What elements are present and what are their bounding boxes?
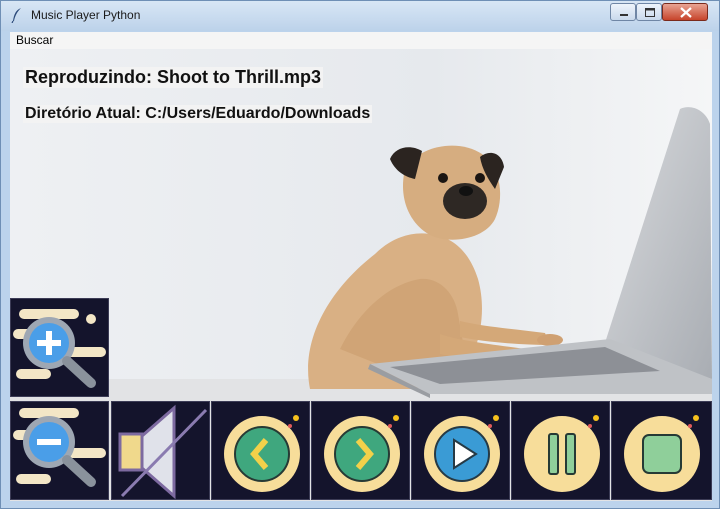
- next-button[interactable]: [311, 401, 410, 500]
- mute-button[interactable]: [111, 401, 210, 500]
- stop-button[interactable]: [611, 401, 712, 500]
- title-bar[interactable]: Music Player Python: [1, 1, 719, 31]
- maximize-icon: [645, 8, 655, 17]
- zoom-out-button[interactable]: [10, 401, 109, 500]
- previous-icon: [224, 415, 300, 492]
- close-button[interactable]: [662, 3, 708, 21]
- zoom-in-icon: [13, 309, 106, 388]
- menu-bar: Buscar: [10, 32, 712, 50]
- close-icon: [680, 7, 692, 18]
- play-button[interactable]: [411, 401, 510, 500]
- stop-icon: [624, 415, 700, 492]
- play-icon: [424, 415, 500, 492]
- maximize-button[interactable]: [636, 3, 662, 21]
- mute-icon: [118, 404, 208, 500]
- feather-icon: [11, 8, 21, 23]
- pause-button[interactable]: [511, 401, 610, 500]
- current-directory-label: Diretório Atual: C:/Users/Eduardo/Downlo…: [23, 105, 373, 123]
- previous-button[interactable]: [211, 401, 310, 500]
- app-window: Music Player Python Buscar Reproduzindo:…: [0, 0, 720, 509]
- now-playing-label: Reproduzindo: Shoot to Thrill.mp3: [23, 67, 323, 88]
- menu-buscar[interactable]: Buscar: [16, 33, 53, 47]
- zoom-in-button[interactable]: [10, 298, 109, 397]
- minimize-icon: [620, 14, 628, 16]
- next-icon: [324, 415, 400, 492]
- pause-icon: [524, 415, 600, 492]
- minimize-button[interactable]: [610, 3, 636, 21]
- player-area: Reproduzindo: Shoot to Thrill.mp3 Diretó…: [10, 49, 712, 501]
- zoom-out-icon: [13, 408, 106, 487]
- window-title: Music Player Python: [31, 8, 141, 22]
